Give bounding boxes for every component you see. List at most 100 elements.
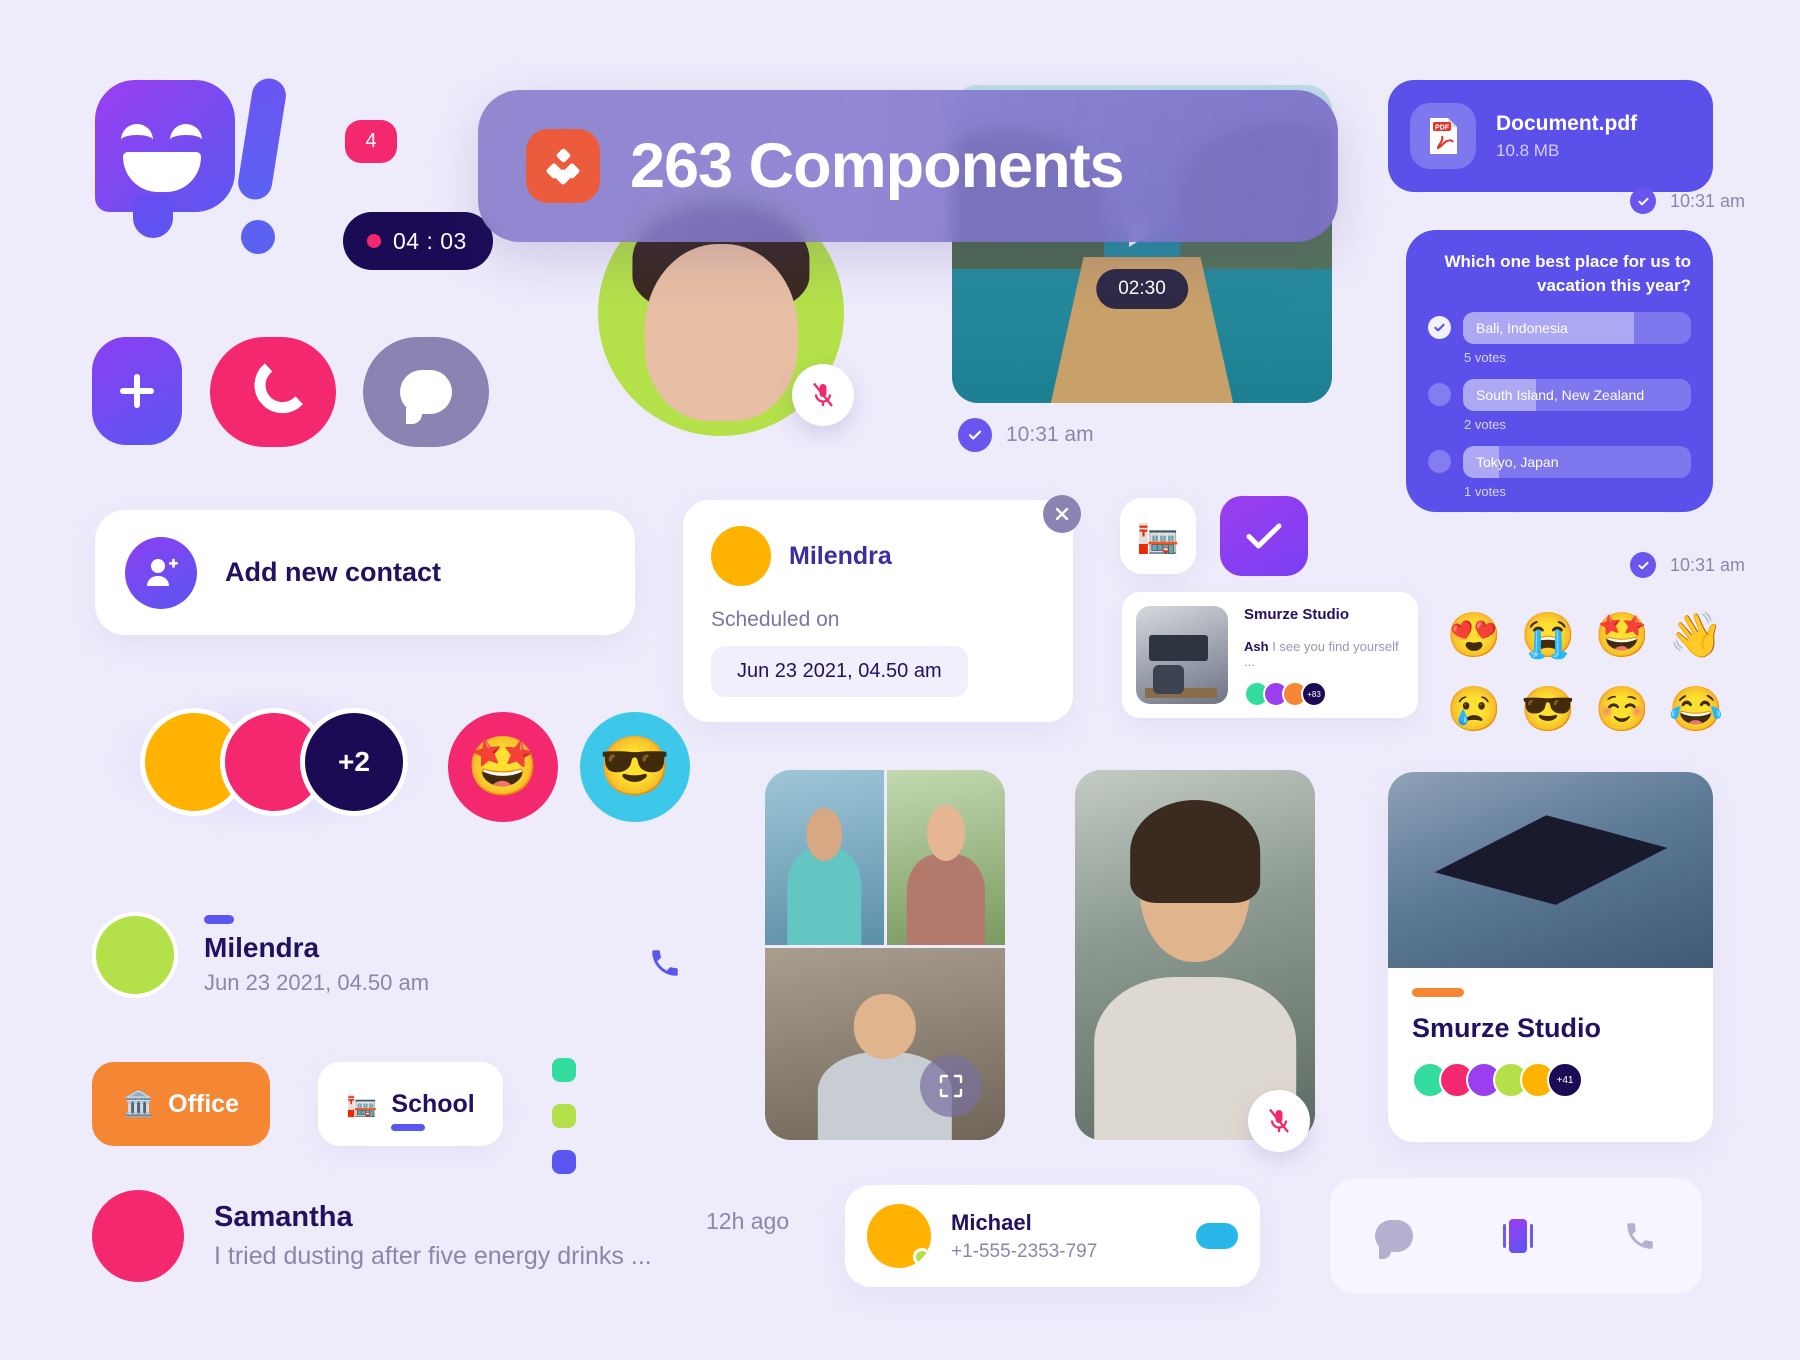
nav-item-phone[interactable] <box>1623 1219 1657 1253</box>
studio-name: Smurze Studio <box>1244 606 1350 623</box>
video-tile[interactable] <box>886 770 1005 945</box>
tag-office-label: Office <box>168 1089 239 1118</box>
nav-item-stories[interactable] <box>1503 1219 1533 1253</box>
school-category-button[interactable]: 🏣 <box>1120 498 1196 574</box>
sent-check-icon <box>1630 552 1656 578</box>
mute-mic-button[interactable] <box>792 364 854 426</box>
video-duration-label: 02:30 <box>1096 269 1188 309</box>
chat-button[interactable] <box>363 337 489 447</box>
portrait-hair <box>1130 799 1260 904</box>
pdf-file-card[interactable]: PDF Document.pdf 10.8 MB <box>1388 80 1713 192</box>
avatar-overflow-count[interactable]: +2 <box>300 708 408 816</box>
hangup-button[interactable] <box>210 337 336 447</box>
poll-radio-icon[interactable] <box>1428 383 1451 407</box>
poll-option[interactable]: Tokyo, Japan <box>1428 445 1691 478</box>
nav-item-chat[interactable] <box>1375 1220 1413 1259</box>
avatar <box>867 1204 931 1268</box>
story-card-body: Smurze Studio +41 <box>1388 968 1713 1118</box>
poll-option-bar: South Island, New Zealand <box>1463 378 1691 411</box>
emoji-item[interactable]: 😭 <box>1511 598 1585 672</box>
avatar-skin <box>644 244 798 422</box>
scheduled-header: Milendra <box>711 526 1045 586</box>
contact-row-samantha[interactable]: Samantha I tried dusting after five ener… <box>92 1190 652 1282</box>
expand-video-button[interactable] <box>920 1055 982 1117</box>
emoji-item[interactable]: 😎 <box>1511 672 1585 746</box>
poll-option-bar: Bali, Indonesia <box>1463 311 1691 344</box>
scheduled-contact-name: Milendra <box>789 541 892 570</box>
scheduled-subtitle: Scheduled on <box>711 608 840 631</box>
video-tile[interactable] <box>765 770 884 945</box>
post-office-icon: 🏣 <box>1136 517 1180 555</box>
reaction-cool-button[interactable]: 😎 <box>580 712 690 822</box>
tag-school-label: School <box>391 1089 475 1131</box>
expand-icon <box>939 1074 963 1098</box>
poll-radio-icon[interactable] <box>1428 450 1451 474</box>
logo-exclamation <box>235 76 289 202</box>
pdf-timestamp: 10:31 am <box>1630 188 1745 214</box>
contact-row-milendra[interactable]: Milendra Jun 23 2021, 04.50 am <box>92 912 429 998</box>
confirm-button[interactable] <box>1220 496 1308 576</box>
scheduled-call-card: Milendra Scheduled on Jun 23 2021, 04.50… <box>683 500 1073 722</box>
phone-icon <box>652 950 678 976</box>
mute-mic-button[interactable] <box>1248 1090 1310 1152</box>
timestamp-label: 10:31 am <box>1006 423 1094 446</box>
poll-question: Which one best place for us to vacation … <box>1444 252 1691 295</box>
studio-sender: Ash <box>1244 639 1269 654</box>
contact-toggle[interactable] <box>1196 1223 1238 1249</box>
emoji-item[interactable]: 😂 <box>1659 672 1733 746</box>
add-new-contact-card[interactable]: Add new contact <box>95 510 635 635</box>
timestamp-label: 10:31 am <box>1670 190 1746 211</box>
poll-radio-selected-icon[interactable] <box>1428 316 1451 340</box>
bottom-navigation[interactable] <box>1330 1178 1702 1294</box>
close-button[interactable] <box>1043 495 1081 533</box>
logo-exclamation-dot <box>241 220 275 254</box>
emoji-item[interactable]: 😢 <box>1437 672 1511 746</box>
scheduled-date-chip[interactable]: Jun 23 2021, 04.50 am <box>711 646 968 697</box>
contact-phone: +1-555-2353-797 <box>951 1240 1098 1262</box>
avatar <box>92 1190 184 1282</box>
poll-option-bar: Tokyo, Japan <box>1463 445 1691 478</box>
emoji-item[interactable]: 😍 <box>1437 598 1511 672</box>
tag-office[interactable]: 🏛️ Office <box>92 1062 270 1146</box>
poll-option[interactable]: Bali, Indonesia <box>1428 311 1691 344</box>
poll-option-votes: 5 votes <box>1464 349 1506 365</box>
poll-card[interactable]: Which one best place for us to vacation … <box>1406 230 1713 512</box>
notification-badge: 4 <box>345 120 397 163</box>
call-button[interactable] <box>648 945 682 990</box>
contact-card-michael[interactable]: Michael +1-555-2353-797 <box>845 1185 1260 1287</box>
avatar-overflow-count: +41 <box>1547 1062 1583 1098</box>
poll-option-label: Bali, Indonesia <box>1476 319 1568 336</box>
color-swatches[interactable] <box>552 1058 576 1196</box>
avatar-group[interactable]: +2 <box>98 684 438 840</box>
add-button[interactable] <box>92 337 182 445</box>
tag-school[interactable]: 🏣 School <box>318 1062 503 1146</box>
call-timer-label: 04 : 03 <box>393 227 467 254</box>
logo-mouth <box>123 152 201 192</box>
svg-text:PDF: PDF <box>1435 124 1450 131</box>
add-user-icon <box>125 536 197 609</box>
video-message-timestamp: 10:31 am <box>958 418 1094 452</box>
portrait-video-tile[interactable] <box>1075 770 1315 1140</box>
close-icon <box>1055 507 1069 521</box>
poll-option[interactable]: South Island, New Zealand <box>1428 378 1691 411</box>
cubes-icon <box>526 129 600 203</box>
color-swatch-purple[interactable] <box>552 1150 576 1174</box>
contact-name: Samantha <box>214 1201 353 1233</box>
emoji-item[interactable]: ☺️ <box>1585 672 1659 746</box>
reaction-star-struck-button[interactable]: 🤩 <box>448 712 558 822</box>
story-card-smurze-studio[interactable]: Smurze Studio +41 <box>1388 772 1713 1142</box>
studio-message-card[interactable]: Smurze Studio Ash I see you find yoursel… <box>1122 592 1418 718</box>
emoji-item[interactable]: 👋 <box>1659 598 1733 672</box>
emoji-item[interactable]: 🤩 <box>1585 598 1659 672</box>
logo-eye-right <box>170 124 202 140</box>
contact-message-preview: I tried dusting after five energy drinks… <box>214 1242 652 1270</box>
color-swatch-lime[interactable] <box>552 1104 576 1128</box>
accent-dash <box>1412 988 1464 997</box>
story-card-title: Smurze Studio <box>1412 1013 1602 1043</box>
post-office-icon: 🏣 <box>346 1089 378 1118</box>
poll-option-votes: 2 votes <box>1464 416 1506 432</box>
poll-option-label: South Island, New Zealand <box>1476 386 1645 403</box>
color-swatch-green[interactable] <box>552 1058 576 1082</box>
emoji-picker[interactable]: 😍 😭 🤩 👋 😢 😎 ☺️ 😂 <box>1437 598 1733 746</box>
stories-icon <box>1503 1219 1533 1253</box>
